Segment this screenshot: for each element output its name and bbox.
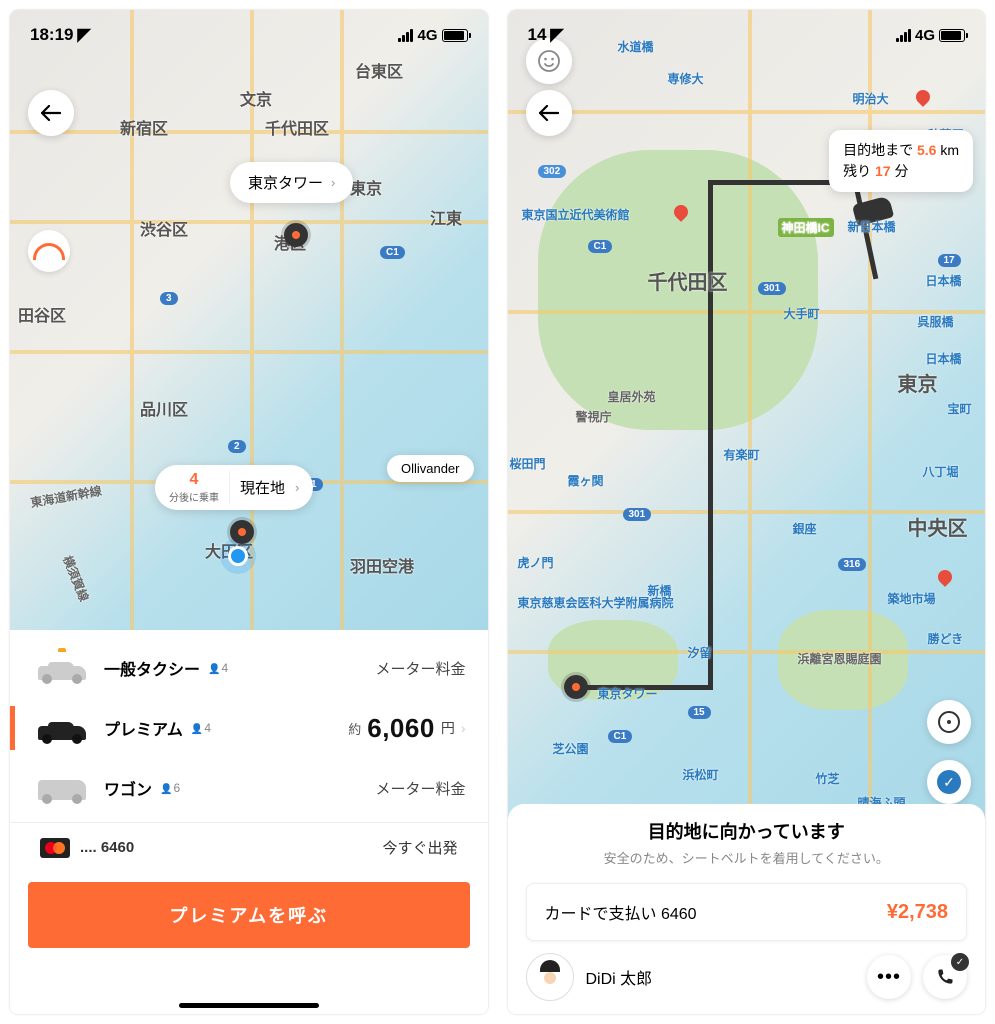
map[interactable]: 新宿区 千代田区 台東区 文京 渋谷区 港区 江東 田谷区 品川区 大田区 東京… [10, 10, 488, 630]
district-label: 台東区 [355, 58, 403, 82]
destination-pin [284, 223, 308, 247]
chevron-right-icon: › [331, 175, 335, 190]
location-arrow-icon: ◤ [550, 25, 563, 45]
payment-row[interactable]: .... 6460 今すぐ出発 [10, 822, 488, 872]
district-label: 千代田区 [265, 115, 329, 139]
shield-check-icon: ✓ [937, 770, 961, 794]
driver-avatar[interactable] [526, 953, 574, 1001]
district-label: 中央区 [908, 512, 968, 541]
car-option-premium[interactable]: プレミアム4 約6,060円 › [10, 698, 488, 758]
battery-icon [939, 29, 965, 42]
district-label: 田谷区 [18, 302, 66, 326]
chevron-right-icon: › [295, 480, 299, 495]
status-bar: 18:19◤ 4G [10, 10, 488, 60]
pickup-pin [230, 520, 254, 544]
status-time: 14 [528, 25, 547, 45]
trip-status-subtitle: 安全のため、シートベルトを着用してください。 [508, 848, 986, 867]
district-label: 東京 [898, 368, 938, 397]
driver-name: DiDi 太郎 [586, 965, 856, 989]
booking-sheet: 一般タクシー4 メーター料金 プレミアム4 約6,060円 › ワゴン6 メータ… [10, 630, 488, 1014]
eta-badge: 目的地まで 5.6 km 残り 17 分 [829, 130, 973, 192]
district-label: 文京 [240, 86, 272, 110]
arrow-left-icon [41, 105, 61, 121]
didi-logo[interactable] [28, 230, 70, 272]
status-bar: 14◤ 4G [508, 10, 986, 60]
sedan-icon [32, 712, 92, 744]
destination-pin [564, 675, 588, 699]
chat-icon: ••• [877, 966, 901, 989]
call-button[interactable]: ✓ [923, 955, 967, 999]
locate-button[interactable] [927, 700, 971, 744]
place-label: 羽田空港 [350, 553, 414, 577]
back-button[interactable] [28, 90, 74, 136]
arrow-left-icon [539, 105, 559, 121]
district-label: 新宿区 [120, 115, 168, 139]
booking-screen: 新宿区 千代田区 台東区 文京 渋谷区 港区 江東 田谷区 品川区 大田区 東京… [10, 10, 488, 1014]
destination-pill[interactable]: 東京タワー› [230, 162, 353, 203]
call-premium-button[interactable]: プレミアムを呼ぶ [28, 882, 470, 948]
current-location-pin [228, 546, 248, 566]
district-label: 品川区 [140, 396, 188, 420]
signal-icon [896, 29, 911, 42]
district-label: 東京 [350, 175, 382, 199]
map-tag: Ollivander [387, 455, 474, 482]
depart-time[interactable]: 今すぐ出発 [382, 837, 457, 858]
trip-sheet: 目的地に向かっています 安全のため、シートベルトを着用してください。 カードで支… [508, 804, 986, 1014]
safety-button[interactable]: ✓ [927, 760, 971, 804]
home-indicator[interactable] [179, 1003, 319, 1008]
district-label: 千代田区 [648, 266, 728, 295]
fare-card[interactable]: カードで支払い 6460 ¥2,738 [526, 883, 968, 941]
back-button[interactable] [526, 90, 572, 136]
chevron-right-icon: › [461, 720, 466, 736]
phone-icon [935, 967, 955, 987]
car-option-wagon[interactable]: ワゴン6 メーター料金 [10, 758, 488, 818]
enroute-screen: 千代田区 中央区 東京 東京タワー 皇居外苑 水道橋 東京国立近代美術館 神田橋… [508, 10, 986, 1014]
signal-icon [398, 29, 413, 42]
chat-button[interactable]: ••• [867, 955, 911, 999]
mastercard-icon [40, 838, 70, 858]
battery-icon [442, 29, 468, 42]
taxi-icon [32, 652, 92, 684]
district-label: 江東 [430, 205, 462, 229]
trip-status-title: 目的地に向かっています [508, 818, 986, 844]
location-arrow-icon: ◤ [77, 25, 90, 45]
driver-row: DiDi 太郎 ••• ✓ [526, 953, 968, 1001]
status-time: 18:19 [30, 25, 73, 45]
place-label: 東京タワー [598, 685, 658, 702]
van-icon [32, 772, 92, 804]
district-label: 渋谷区 [140, 216, 188, 240]
shield-icon: ✓ [951, 953, 969, 971]
car-option-taxi[interactable]: 一般タクシー4 メーター料金 [10, 638, 488, 698]
pickup-pill[interactable]: 4 分後に乗車 現在地› [155, 465, 313, 510]
